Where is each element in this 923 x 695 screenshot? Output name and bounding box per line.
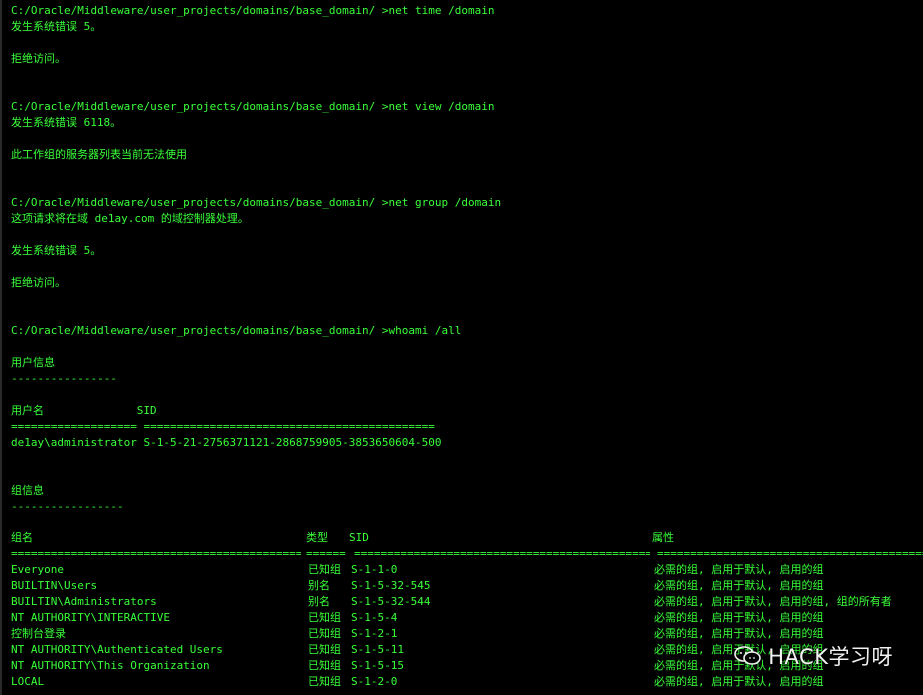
group-row-attributes: 必需的组, 启用于默认, 启用的组 xyxy=(654,563,824,576)
terminal-line: 拒绝访问。 xyxy=(11,52,66,65)
group-row-name: LOCAL xyxy=(11,675,45,688)
group-row-sid: S-1-5-15 xyxy=(351,659,404,672)
group-row-type: 已知组 xyxy=(308,643,341,656)
group-row-name: NT AUTHORITY\Authenticated Users xyxy=(11,643,223,656)
group-row-type: 已知组 xyxy=(308,659,341,672)
group-row-name: BUILTIN\Administrators xyxy=(11,595,157,608)
terminal-line: 发生系统错误 5。 xyxy=(11,20,102,33)
group-header-attributes: 属性 xyxy=(652,531,674,544)
terminal-line: C:/Oracle/Middleware/user_projects/domai… xyxy=(11,4,495,17)
group-rule-sid: ========================================… xyxy=(354,547,650,560)
group-row-sid: S-1-5-11 xyxy=(351,643,404,656)
terminal-line: C:/Oracle/Middleware/user_projects/domai… xyxy=(11,196,502,209)
terminal-line: ---------------- xyxy=(11,372,117,385)
terminal-line: 此工作组的服务器列表当前无法使用 xyxy=(11,148,187,161)
wechat-icon xyxy=(734,645,762,667)
terminal-line: 这项请求将在域 de1ay.com 的域控制器处理。 xyxy=(11,212,249,225)
terminal-line: ----------------- xyxy=(11,500,124,513)
group-row-type: 已知组 xyxy=(308,627,341,640)
group-row-name: NT AUTHORITY\INTERACTIVE xyxy=(11,611,170,624)
group-row-attributes: 必需的组, 启用于默认, 启用的组, 组的所有者 xyxy=(654,595,892,608)
terminal-line: de1ay\administrator S-1-5-21-2756371121-… xyxy=(11,436,442,449)
terminal-line: =================== ====================… xyxy=(11,420,435,433)
watermark-text: HACK学习呀 xyxy=(768,645,893,669)
group-row-type: 已知组 xyxy=(308,563,341,576)
terminal-line: C:/Oracle/Middleware/user_projects/domai… xyxy=(11,324,462,337)
group-row-name: 控制台登录 xyxy=(11,627,66,640)
group-row-sid: S-1-2-1 xyxy=(351,627,398,640)
group-header-sid: SID xyxy=(349,531,369,544)
terminal-window[interactable]: C:/Oracle/Middleware/user_projects/domai… xyxy=(0,0,923,695)
group-row-type: 别名 xyxy=(308,595,330,608)
group-row-name: Everyone xyxy=(11,563,64,576)
group-rule-type: ====== xyxy=(306,547,346,560)
terminal-line: 拒绝访问。 xyxy=(11,276,66,289)
terminal-line: 发生系统错误 5。 xyxy=(11,244,102,257)
watermark: HACK学习呀 xyxy=(734,641,893,671)
group-row-sid: S-1-5-4 xyxy=(351,611,398,624)
group-row-sid: S-1-1-0 xyxy=(351,563,398,576)
group-row-sid: S-1-5-32-545 xyxy=(351,579,431,592)
group-row-attributes: 必需的组, 启用于默认, 启用的组 xyxy=(654,627,824,640)
group-row-sid: S-1-2-0 xyxy=(351,675,398,688)
group-header-name: 组名 xyxy=(11,531,33,544)
group-row-name: BUILTIN\Users xyxy=(11,579,98,592)
terminal-line: 发生系统错误 6118。 xyxy=(11,116,122,129)
terminal-line: 用户名 SID xyxy=(11,404,157,417)
group-row-type: 已知组 xyxy=(308,675,341,688)
terminal-line: 组信息 xyxy=(11,484,44,497)
terminal-line: C:/Oracle/Middleware/user_projects/domai… xyxy=(11,100,495,113)
group-row-attributes: 必需的组, 启用于默认, 启用的组 xyxy=(654,611,824,624)
group-header-type: 类型 xyxy=(306,531,328,544)
group-row-type: 别名 xyxy=(308,579,330,592)
group-row-type: 已知组 xyxy=(308,611,341,624)
group-row-sid: S-1-5-32-544 xyxy=(351,595,431,608)
group-row-name: NT AUTHORITY\This Organization xyxy=(11,659,210,672)
group-rule-attributes: ========================================… xyxy=(657,547,923,560)
terminal-line: 用户信息 xyxy=(11,356,55,369)
group-row-attributes: 必需的组, 启用于默认, 启用的组 xyxy=(654,675,824,688)
group-row-attributes: 必需的组, 启用于默认, 启用的组 xyxy=(654,579,824,592)
group-rule-name: ========================================… xyxy=(11,547,301,560)
